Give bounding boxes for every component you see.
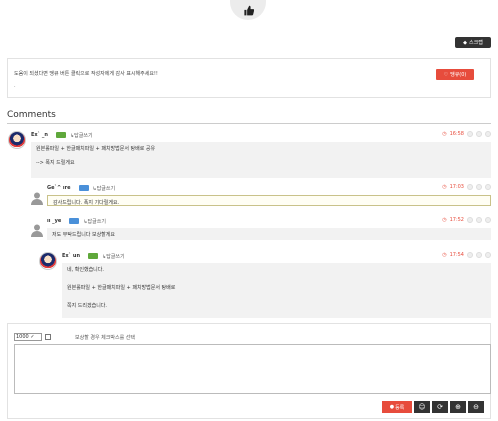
scrap-label: 스크랩 (469, 40, 483, 46)
minus-icon[interactable]: ⊖ (468, 401, 484, 413)
submit-label: 등록 (395, 404, 405, 411)
clock-icon: ◷ (442, 184, 447, 190)
comment-header: Ex` un ↳답글쓰기 (62, 252, 491, 260)
edit-icon[interactable] (467, 131, 473, 137)
thumbs-up-icon (243, 5, 254, 15)
comment-line: 원본롤파일 + 한글패치파일 + 패치방법문서 탕배로 (67, 285, 176, 291)
clock-icon: ◷ (442, 252, 447, 258)
comment-line: 감사드립니다. 폭지 기다릴게요. (53, 200, 120, 206)
close-icon[interactable] (476, 217, 482, 223)
level-badge (69, 218, 80, 224)
clock-icon: ◷ (442, 217, 447, 223)
comment-author[interactable]: Ex` _n (31, 132, 48, 138)
avatar (8, 131, 26, 149)
notice-text: 도움이 되셨다면 맹큐 버튼 클릭으로 작성자에게 감사 표시해주세요!! (14, 71, 158, 77)
more-icon[interactable] (485, 131, 491, 137)
comment-item: ıı _ye ↳답글쓰기 ◷ 17:52 저도 부탁드립니다 보상할게요 (47, 217, 491, 241)
level-badge (55, 132, 66, 138)
comment-time: 17:03 (449, 184, 464, 190)
avatar (39, 252, 57, 270)
comment-item: Ge`^ ıre ↳답글쓰기 ◷ 17:03 감사드립니다. 폭지 기다릴게요. (47, 184, 491, 208)
comment-body: 원본롤파일 + 한글패치파일 + 패치방법문서 탕배로 공유 --> 폭지 드릴… (31, 142, 491, 178)
secret-checkbox[interactable] (45, 334, 51, 340)
point-select[interactable]: 1000 ✓ (14, 333, 42, 341)
edit-icon[interactable] (467, 252, 473, 258)
comment-line: --> 폭지 드릴게요 (36, 160, 75, 166)
comment-author[interactable]: Ex` un (62, 253, 80, 259)
clock-icon: ◷ (442, 131, 447, 137)
heart-icon: ♡ (443, 71, 449, 78)
comment-header: Ge`^ ıre ↳답글쓰기 (47, 184, 491, 192)
more-icon[interactable] (485, 184, 491, 190)
emoji-icon[interactable]: ☺ (414, 401, 430, 413)
level-badge (88, 253, 99, 259)
comment-meta: ◷ 17:54 (442, 252, 491, 258)
secret-label: 보상할 경우 체크박스를 선택 (75, 335, 135, 341)
bookmark-icon: ◆ (463, 39, 468, 46)
comment-textarea[interactable] (14, 344, 491, 394)
reply-link[interactable]: ↳답글쓰기 (83, 218, 106, 225)
comment-line: 네, 확인했습니다. (67, 267, 104, 273)
comment-time: 17:52 (449, 217, 464, 223)
divider (7, 123, 491, 124)
refresh-icon[interactable]: ⟳ (432, 401, 448, 413)
reply-link[interactable]: ↳답글쓰기 (102, 253, 125, 260)
comments-title: Comments (7, 110, 56, 120)
thanks-label: 땡큐(0) (450, 72, 467, 78)
comment-time: 16:58 (449, 131, 464, 137)
more-icon[interactable] (485, 252, 491, 258)
comment-header: Ex` _n ↳답글쓰기 (31, 131, 491, 139)
comment-line: 쪽지 드리겠습니다. (67, 303, 107, 309)
comment-item: Ex` _n ↳답글쓰기 ◷ 16:58 원본롤파일 + 한글패치파일 + 패치… (31, 131, 491, 179)
comment-line: 원본롤파일 + 한글패치파일 + 패치방법문서 탕배로 공유 (36, 146, 156, 152)
scrap-button[interactable]: ◆ 스크랩 (455, 37, 491, 48)
comment-meta: ◷ 17:03 (442, 184, 491, 190)
submit-button[interactable]: ● 등록 (382, 401, 412, 413)
plus-icon[interactable]: ⊕ (450, 401, 466, 413)
comment-line (36, 152, 486, 159)
comment-item: Ex` un ↳답글쓰기 ◷ 17:54 네, 확인했습니다. 원본롤파일 + … (62, 252, 491, 318)
recommend-button[interactable] (230, 0, 266, 20)
editor-toolbar: ● 등록 ☺ ⟳ ⊕ ⊖ (382, 401, 484, 413)
comment-line: 저도 부탁드립니다 보상할게요 (52, 232, 115, 238)
reply-link[interactable]: ↳답글쓰기 (70, 132, 93, 139)
comment-body: 감사드립니다. 폭지 기다릴게요. (47, 195, 491, 206)
comment-author[interactable]: Ge`^ ıre (47, 185, 71, 191)
comment-header: ıı _ye ↳답글쓰기 (47, 217, 491, 225)
default-avatar-icon (31, 192, 43, 205)
level-badge (78, 185, 89, 191)
comment-body: 저도 부탁드립니다 보상할게요 (47, 228, 491, 240)
default-avatar-icon (31, 224, 43, 237)
more-icon[interactable] (485, 217, 491, 223)
close-icon[interactable] (476, 252, 482, 258)
comment-editor: 1000 ✓ 보상할 경우 체크박스를 선택 ● 등록 ☺ ⟳ ⊕ ⊖ (7, 323, 491, 419)
thanks-notice: 도움이 되셨다면 맹큐 버튼 클릭으로 작성자에게 감사 표시해주세요!! . … (7, 58, 491, 98)
comment-line (67, 293, 486, 302)
comment-time: 17:54 (449, 252, 464, 258)
comment-author[interactable]: ıı _ye (47, 218, 61, 224)
notice-dot: . (14, 83, 16, 89)
close-icon[interactable] (476, 184, 482, 190)
edit-icon[interactable] (467, 184, 473, 190)
edit-icon[interactable] (467, 217, 473, 223)
comment-line (67, 275, 486, 284)
reply-link[interactable]: ↳답글쓰기 (93, 185, 116, 192)
comment-meta: ◷ 17:52 (442, 217, 491, 223)
thanks-button[interactable]: ♡ 땡큐(0) (436, 69, 474, 80)
comment-meta: ◷ 16:58 (442, 131, 491, 137)
comment-body: 네, 확인했습니다. 원본롤파일 + 한글패치파일 + 패치방법문서 탕배로 쪽… (62, 263, 491, 318)
comment-icon: ● (389, 404, 395, 410)
close-icon[interactable] (476, 131, 482, 137)
